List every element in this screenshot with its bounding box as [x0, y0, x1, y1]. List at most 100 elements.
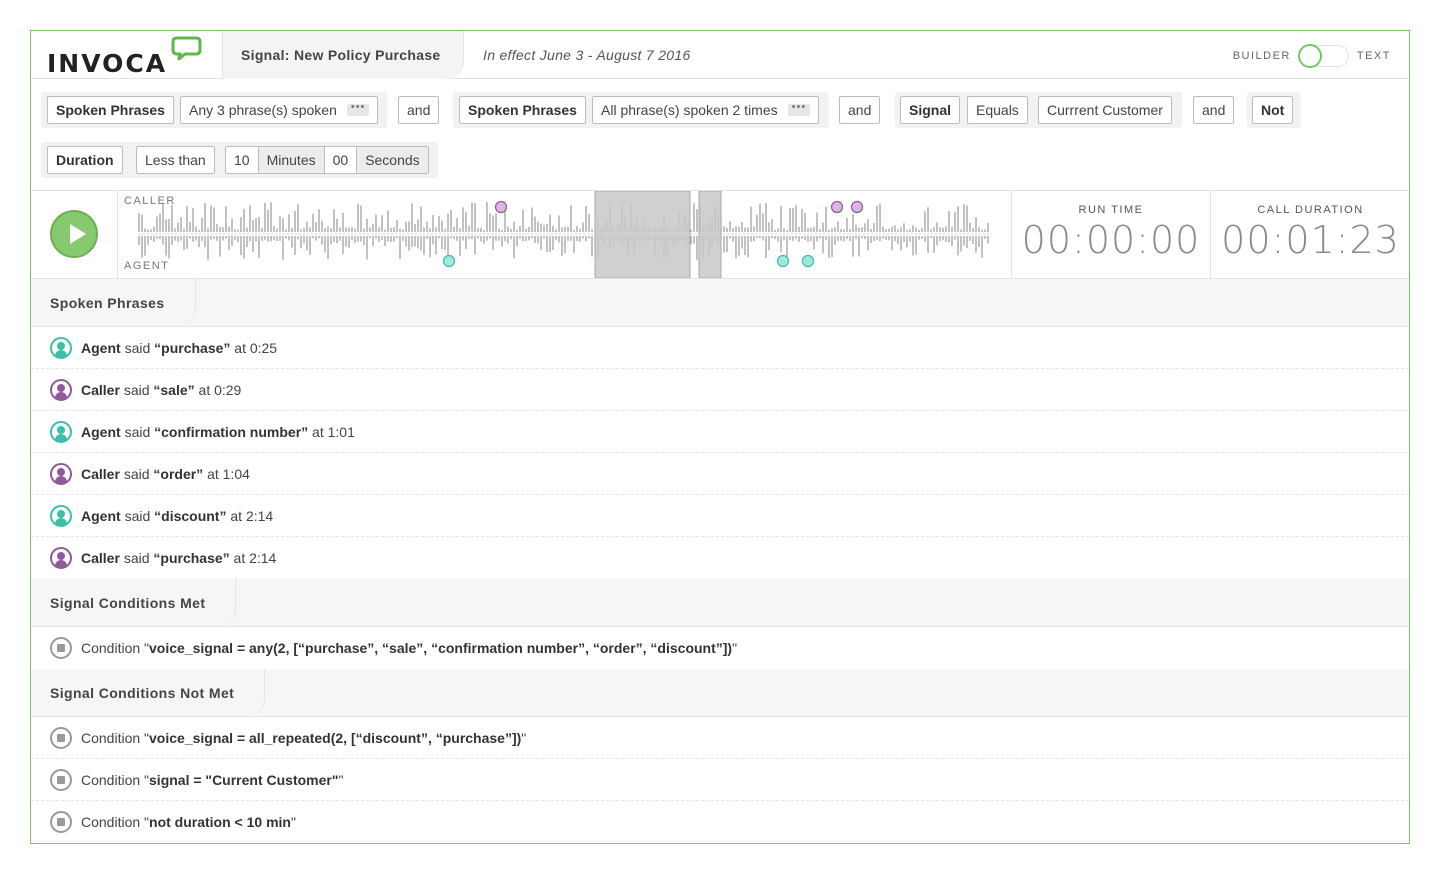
condition-group-not: Not: [1247, 92, 1301, 128]
more-options-icon[interactable]: •••: [346, 102, 370, 116]
condition-value-chip[interactable]: Any 3 phrase(s) spoken •••: [180, 96, 379, 124]
waveform[interactable]: CALLER AGENT: [119, 191, 1011, 278]
agent-track-label: AGENT: [124, 260, 170, 272]
condition-comparator-chip[interactable]: Equals: [967, 96, 1028, 124]
said-text: said: [124, 507, 151, 524]
condition-group-duration: Duration Less than 10 Minutes 00 Seconds: [41, 142, 438, 178]
speaker-name: Agent: [81, 507, 121, 524]
not-operator-chip[interactable]: Not: [1252, 96, 1294, 124]
phrase-text: “order”: [153, 465, 204, 482]
mode-switch: BUILDER TEXT: [1233, 44, 1391, 68]
phrase-row[interactable]: Caller said “purchase” at 2:14: [31, 537, 1409, 579]
signal-title-tab[interactable]: Signal: New Policy Purchase: [222, 31, 464, 79]
condition-type-chip[interactable]: Spoken Phrases: [459, 96, 586, 124]
condition-suffix: ": [521, 729, 527, 746]
text-mode-label[interactable]: TEXT: [1357, 50, 1391, 62]
phrase-text: “confirmation number”: [154, 423, 309, 440]
caller-person-icon: [50, 463, 72, 485]
phrase-row[interactable]: Agent said “confirmation number” at 1:01: [31, 411, 1409, 453]
condition-type-chip[interactable]: Signal: [900, 96, 961, 124]
condition-comparator-chip[interactable]: Less than: [136, 146, 215, 174]
phrase-time: at 2:14: [233, 550, 277, 566]
agent-person-icon: [50, 337, 72, 359]
condition-icon: [50, 769, 72, 791]
speaker-name: Agent: [81, 423, 121, 440]
spoken-phrases-section-header: Spoken Phrases: [31, 279, 1409, 327]
phrase-time: at 1:01: [312, 423, 355, 440]
operator-and-2[interactable]: and: [839, 96, 881, 124]
condition-expression: signal = "Current Customer": [149, 771, 339, 788]
condition-group-spoken-phrases-1: Spoken Phrases Any 3 phrase(s) spoken ••…: [41, 92, 387, 128]
seconds-value[interactable]: 00: [325, 147, 358, 173]
seconds-label: Seconds: [357, 147, 428, 173]
condition-row[interactable]: Condition " not duration < 10 min ": [31, 801, 1409, 843]
section-title[interactable]: Signal Conditions Met: [31, 579, 237, 626]
condition-type-chip[interactable]: Duration: [47, 146, 123, 174]
call-duration-value: 00:01:23: [1221, 218, 1400, 262]
condition-builder: Spoken Phrases Any 3 phrase(s) spoken ••…: [31, 79, 1409, 191]
conditions-not-met-list: Condition " voice_signal = all_repeated(2…: [31, 717, 1409, 843]
condition-value-chip[interactable]: All phrase(s) spoken 2 times •••: [592, 96, 820, 124]
logo-text: INVOCA: [47, 49, 168, 78]
said-text: said: [124, 339, 151, 356]
signal-panel: INVOCA Signal: New Policy Purchase In ef…: [30, 30, 1410, 844]
said-text: said: [124, 423, 151, 440]
condition-suffix: ": [338, 771, 344, 788]
condition-value-text: Any 3 phrase(s) spoken: [189, 102, 337, 118]
condition-row[interactable]: Condition " voice_signal = all_repeated(2…: [31, 717, 1409, 759]
chat-bubble-icon: [171, 36, 202, 60]
condition-row[interactable]: Condition " signal = "Current Customer" ": [31, 759, 1409, 801]
condition-suffix: ": [290, 814, 296, 830]
speaker-name: Caller: [81, 465, 120, 482]
operator-and-3[interactable]: and: [1193, 96, 1235, 124]
caller-track-label: CALLER: [124, 195, 176, 207]
caller-person-icon: [50, 379, 72, 401]
section-title[interactable]: Signal Conditions Not Met: [31, 669, 266, 716]
condition-prefix: Condition ": [81, 814, 150, 830]
phrase-text: “sale”: [153, 381, 195, 398]
phrase-row[interactable]: Agent said “purchase” at 0:25: [31, 327, 1409, 369]
condition-value-chip[interactable]: Currrent Customer: [1038, 96, 1172, 124]
call-duration-box: CALL DURATION 00:01:23: [1210, 191, 1409, 278]
section-title[interactable]: Spoken Phrases: [31, 279, 196, 326]
run-time-label: RUN TIME: [1078, 204, 1144, 216]
said-text: said: [123, 550, 150, 566]
condition-group-signal: Signal Equals Currrent Customer: [895, 92, 1182, 128]
phrase-text: “purchase”: [154, 339, 231, 356]
phrase-time: at 0:29: [198, 381, 242, 398]
waveform-graphic[interactable]: [119, 191, 1011, 278]
speaker-name: Agent: [81, 339, 121, 356]
phrase-row[interactable]: Agent said “discount” at 2:14: [31, 495, 1409, 537]
builder-mode-label[interactable]: BUILDER: [1233, 50, 1291, 62]
condition-expression: voice_signal = any(2, [“purchase”, “sale…: [149, 640, 733, 656]
minutes-value[interactable]: 10: [226, 147, 259, 173]
condition-group-spoken-phrases-2: Spoken Phrases All phrase(s) spoken 2 ti…: [453, 92, 829, 128]
conditions-met-list: Condition " voice_signal = any(2, [“purch…: [31, 627, 1409, 669]
condition-icon: [50, 811, 72, 833]
condition-icon: [50, 637, 72, 659]
phrase-row[interactable]: Caller said “sale” at 0:29: [31, 369, 1409, 411]
condition-expression: voice_signal = all_repeated(2, [“discoun…: [149, 729, 522, 746]
condition-prefix: Condition ": [81, 640, 150, 656]
minutes-label: Minutes: [258, 147, 325, 173]
call-duration-label: CALL DURATION: [1257, 204, 1364, 216]
builder-text-toggle[interactable]: [1297, 44, 1349, 68]
operator-and-1[interactable]: and: [398, 96, 440, 124]
condition-prefix: Condition ": [81, 729, 150, 746]
phrase-time: at 2:14: [230, 507, 274, 524]
effective-dates: In effect June 3 - August 7 2016: [483, 47, 691, 63]
toggle-knob[interactable]: [1297, 44, 1322, 68]
speaker-name: Caller: [81, 381, 120, 398]
spoken-phrases-list: Agent said “purchase” at 0:25 Caller said…: [31, 327, 1409, 579]
condition-prefix: Condition ": [81, 771, 150, 788]
condition-type-chip[interactable]: Spoken Phrases: [47, 96, 174, 124]
duration-input: 10 Minutes 00 Seconds: [225, 146, 429, 174]
condition-row[interactable]: Condition " voice_signal = any(2, [“purch…: [31, 627, 1409, 669]
phrase-time: at 0:25: [234, 339, 278, 356]
phrase-row[interactable]: Caller said “order” at 1:04: [31, 453, 1409, 495]
condition-value-text: All phrase(s) spoken 2 times: [601, 102, 778, 118]
invoca-logo: INVOCA: [47, 35, 207, 78]
more-options-icon[interactable]: •••: [787, 102, 811, 116]
call-player: CALLER AGENT RUN TIME 00:00:00 CALL DURA…: [31, 191, 1409, 279]
play-button[interactable]: [50, 210, 98, 258]
